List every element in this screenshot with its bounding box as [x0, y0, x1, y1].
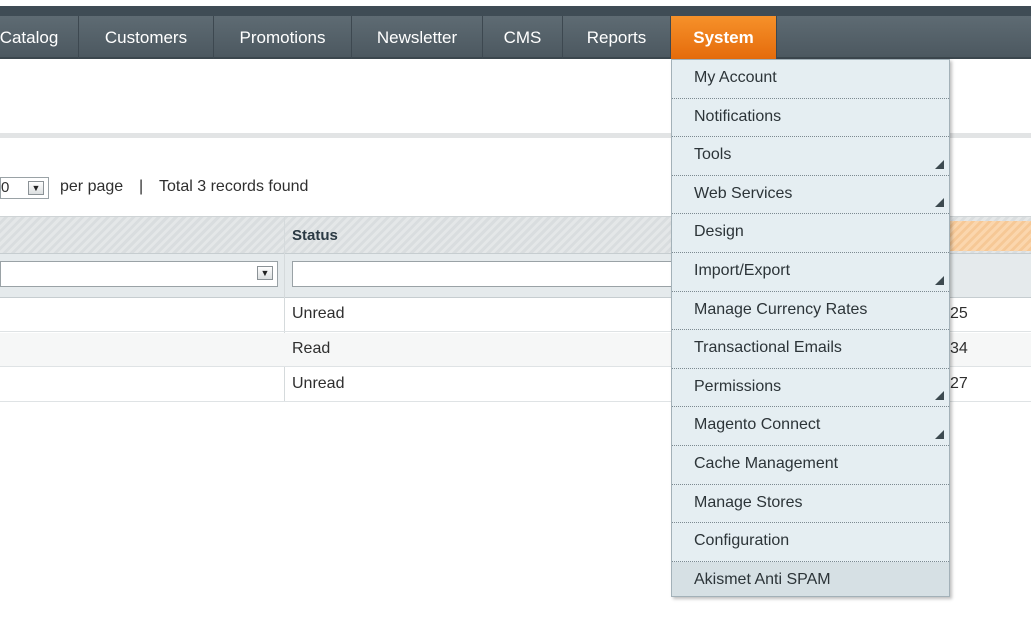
- date-cell: 34: [950, 340, 968, 357]
- menu-item-magento-connect[interactable]: Magento Connect: [672, 407, 949, 446]
- nav-customers[interactable]: Customers: [79, 16, 214, 59]
- nav-promotions[interactable]: Promotions: [214, 16, 352, 59]
- chevron-down-icon[interactable]: ▼: [28, 181, 44, 195]
- status-cell: Read: [292, 340, 331, 357]
- menu-item-akismet-anti-spam[interactable]: Akismet Anti SPAM: [672, 561, 949, 596]
- menu-item-permissions[interactable]: Permissions: [672, 369, 949, 408]
- menu-item-label: Magento Connect: [694, 416, 821, 434]
- menu-item-label: Configuration: [694, 532, 790, 550]
- header-strip: [0, 6, 1031, 16]
- per-page-value: 0: [1, 179, 10, 196]
- menu-item-label: Notifications: [694, 107, 782, 125]
- status-filter-input[interactable]: [292, 261, 672, 287]
- nav-newsletter[interactable]: Newsletter: [352, 16, 483, 59]
- type-filter-select[interactable]: ▼: [0, 261, 278, 287]
- menu-item-label: Manage Stores: [694, 493, 803, 511]
- system-dropdown-menu: My Account Notifications Tools Web Servi…: [671, 59, 950, 597]
- menu-item-label: Import/Export: [694, 262, 791, 279]
- status-cell: Unread: [292, 375, 345, 392]
- nav-system[interactable]: System: [671, 16, 777, 59]
- menu-item-web-services[interactable]: Web Services: [672, 176, 949, 215]
- menu-item-my-account[interactable]: My Account: [672, 60, 949, 99]
- menu-item-tools[interactable]: Tools: [672, 137, 949, 176]
- menu-item-label: Permissions: [694, 377, 782, 395]
- menu-item-label: My Account: [694, 69, 777, 86]
- menu-item-label: Cache Management: [694, 455, 839, 472]
- nav-catalog[interactable]: Catalog: [0, 16, 79, 59]
- menu-item-label: Akismet Anti SPAM: [694, 570, 831, 588]
- pager-separator: |: [139, 178, 144, 195]
- submenu-arrow-icon: [935, 159, 944, 169]
- menu-item-notifications[interactable]: Notifications: [672, 99, 949, 138]
- menu-item-manage-currency-rates[interactable]: Manage Currency Rates: [672, 292, 949, 331]
- date-cell: 25: [950, 305, 968, 322]
- menu-item-label: Web Services: [694, 184, 793, 202]
- submenu-arrow-icon: [935, 391, 944, 401]
- menu-item-import-export[interactable]: Import/Export: [672, 253, 949, 292]
- nav-reports[interactable]: Reports: [563, 16, 671, 59]
- chevron-down-icon[interactable]: ▼: [257, 266, 273, 280]
- menu-item-configuration[interactable]: Configuration: [672, 523, 949, 562]
- submenu-arrow-icon: [935, 198, 944, 208]
- menu-item-label: Transactional Emails: [694, 339, 842, 357]
- menu-item-label: Tools: [694, 146, 732, 164]
- date-cell: 27: [950, 375, 968, 392]
- submenu-arrow-icon: [935, 429, 944, 439]
- submenu-arrow-icon: [935, 275, 944, 285]
- nav-cms[interactable]: CMS: [483, 16, 563, 59]
- main-navigation: Catalog Customers Promotions Newsletter …: [0, 16, 1031, 59]
- menu-item-manage-stores[interactable]: Manage Stores: [672, 485, 949, 524]
- menu-item-label: Manage Currency Rates: [694, 300, 868, 318]
- records-total: Total 3 records found: [159, 178, 309, 195]
- per-page-select[interactable]: 0 ▼: [0, 177, 49, 199]
- menu-item-label: Design: [694, 223, 744, 241]
- per-page-label: per page: [60, 178, 124, 195]
- column-header-status[interactable]: Status: [292, 227, 338, 244]
- menu-item-transactional-emails[interactable]: Transactional Emails: [672, 330, 949, 369]
- menu-item-cache-management[interactable]: Cache Management: [672, 446, 949, 485]
- menu-item-design[interactable]: Design: [672, 214, 949, 253]
- status-cell: Unread: [292, 305, 345, 322]
- sorted-column-header[interactable]: [950, 221, 1031, 251]
